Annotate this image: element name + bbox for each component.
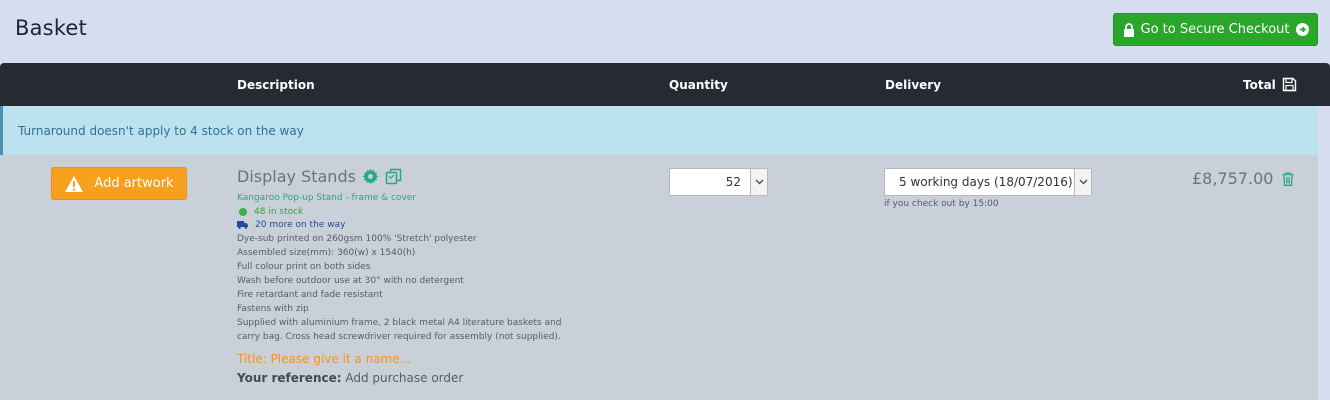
- save-icon[interactable]: [1282, 77, 1297, 92]
- on-the-way-text: 20 more on the way: [255, 220, 346, 230]
- page-title: Basket: [15, 16, 87, 40]
- delivery-value: 5 working days (18/07/2016): [899, 175, 1073, 189]
- product-specs: Dye-sub printed on 260gsm 100% 'Stretch'…: [237, 232, 657, 344]
- stock-status: 48 in stock: [237, 207, 657, 217]
- copy-icon[interactable]: [385, 168, 402, 185]
- secure-checkout-button[interactable]: Go to Secure Checkout: [1113, 13, 1318, 46]
- basket-item-row: Add artwork Display Stands Kangaroo Pop-…: [0, 155, 1318, 400]
- spec-line: Wash before outdoor use at 30° with no d…: [237, 276, 464, 286]
- reference-label: Your reference:: [237, 371, 342, 385]
- item-description: Display Stands Kangaroo Pop-up Stand - f…: [237, 167, 657, 385]
- truck-icon: [237, 221, 248, 229]
- column-total-label: Total: [1243, 78, 1276, 92]
- delivery-select[interactable]: 5 working days (18/07/2016): [884, 168, 1092, 196]
- spec-line: Assembled size(mm): 360(w) x 1540(h): [237, 248, 416, 258]
- basket-table-header: Description Quantity Delivery Total: [0, 63, 1330, 106]
- delivery-cutoff-note: if you check out by 15:00: [884, 199, 999, 209]
- spec-line: Fire retardant and fade resistant: [237, 290, 383, 300]
- on-the-way-status: 20 more on the way: [237, 220, 657, 230]
- column-total: Total: [1243, 77, 1297, 92]
- checkout-label: Go to Secure Checkout: [1140, 22, 1290, 37]
- warning-icon: [65, 175, 84, 192]
- reference-line: Your reference: Add purchase order: [237, 371, 657, 385]
- in-stock-text: 48 in stock: [254, 207, 304, 217]
- add-artwork-button[interactable]: Add artwork: [51, 167, 187, 200]
- quantity-select[interactable]: 52: [669, 168, 768, 196]
- quantity-value: 52: [725, 175, 741, 189]
- product-name-line: Display Stands: [237, 167, 657, 186]
- quantity-dropdown-toggle[interactable]: [750, 169, 767, 195]
- delivery-dropdown-toggle[interactable]: [1074, 169, 1091, 195]
- chevron-down-icon: [754, 179, 764, 185]
- reference-input[interactable]: Add purchase order: [345, 371, 463, 385]
- column-quantity: Quantity: [669, 78, 728, 92]
- trash-icon[interactable]: [1282, 171, 1294, 186]
- lock-icon: [1123, 22, 1134, 37]
- product-name: Display Stands: [237, 167, 356, 186]
- spec-line: Dye-sub printed on 260gsm 100% 'Stretch'…: [237, 234, 477, 244]
- spec-line: Supplied with aluminium frame, 2 black m…: [237, 318, 562, 328]
- product-subtitle[interactable]: Kangaroo Pop-up Stand - frame & cover: [237, 193, 657, 203]
- arrow-circle-right-icon: [1295, 23, 1309, 36]
- spec-line: Fastens with zip: [237, 304, 309, 314]
- item-total: £8,757.00: [1192, 169, 1294, 188]
- gear-icon[interactable]: [362, 168, 379, 185]
- column-description: Description: [237, 78, 315, 92]
- turnaround-notice: Turnaround doesn't apply to 4 stock on t…: [0, 106, 1318, 155]
- chevron-down-icon: [1078, 179, 1088, 185]
- spec-line: carry bag. Cross head screwdriver requir…: [237, 332, 561, 342]
- item-total-value: £8,757.00: [1192, 169, 1274, 188]
- column-delivery: Delivery: [885, 78, 942, 92]
- add-artwork-label: Add artwork: [94, 176, 174, 191]
- dot-icon: [239, 208, 247, 216]
- spec-line: Full colour print on both sides: [237, 262, 371, 272]
- item-title-prompt[interactable]: Title: Please give it a name...: [237, 352, 657, 366]
